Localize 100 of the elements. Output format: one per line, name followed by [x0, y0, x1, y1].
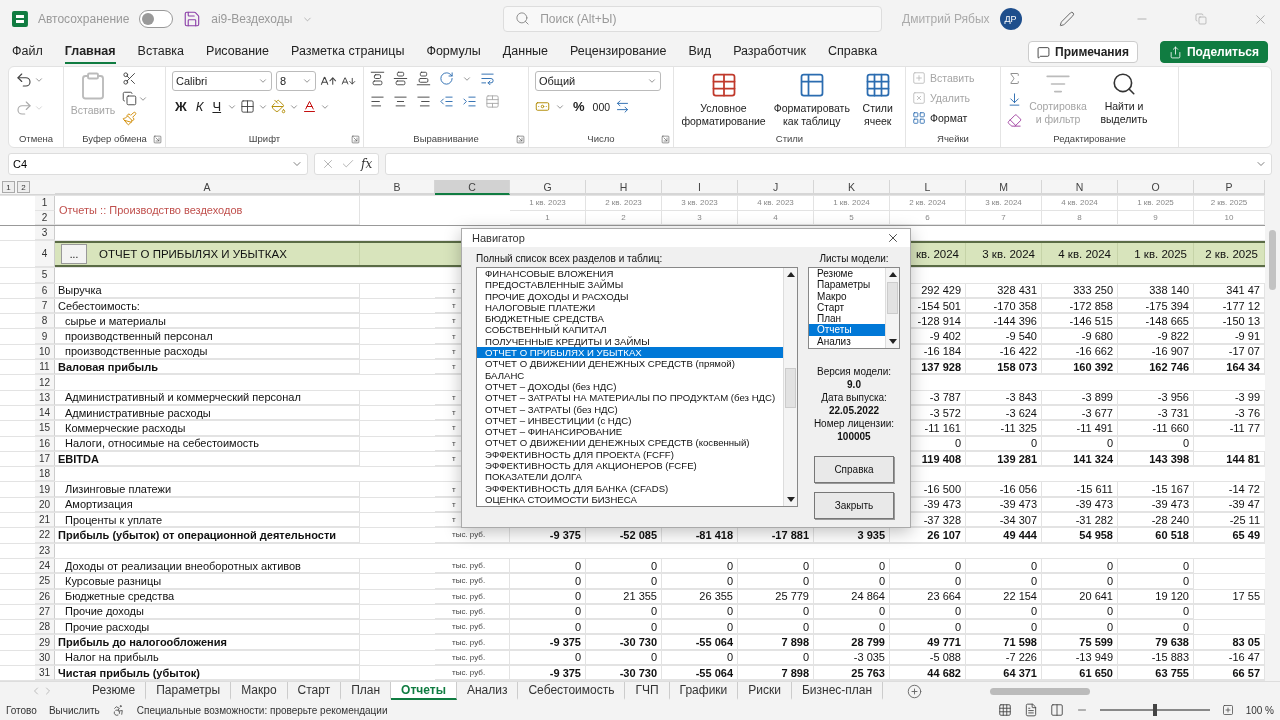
autosave-toggle[interactable]: [139, 10, 174, 28]
percent-button[interactable]: %: [570, 99, 588, 114]
add-icon[interactable]: [907, 683, 923, 699]
fill-color-icon[interactable]: [271, 99, 287, 114]
merge-icon[interactable]: [485, 94, 500, 109]
ribbon-tab[interactable]: Главная: [64, 40, 116, 64]
column-header[interactable]: G: [510, 180, 586, 195]
caret-icon[interactable]: [647, 76, 657, 86]
paintbrush-icon[interactable]: [122, 111, 137, 126]
list-item[interactable]: ФИНАНСОВЫЕ ВЛОЖЕНИЯ: [477, 268, 783, 280]
eraser-icon[interactable]: [1007, 113, 1022, 128]
grid-icon[interactable]: [997, 703, 1012, 717]
ribbon-tab[interactable]: Данные: [502, 40, 548, 64]
list-item[interactable]: Анализ: [809, 335, 885, 348]
editing-button[interactable]: Найти и выделить: [1094, 71, 1154, 126]
save-icon[interactable]: [183, 10, 202, 28]
ribbon-tab[interactable]: Вставка: [137, 40, 185, 64]
column-header[interactable]: B: [360, 180, 435, 195]
formula-field[interactable]: [385, 153, 1272, 175]
styles-button[interactable]: Форматировать как таблицу: [773, 71, 851, 128]
align-left-icon[interactable]: [370, 94, 385, 109]
align-top-icon[interactable]: [370, 71, 385, 86]
scrollbar[interactable]: [885, 268, 899, 348]
function-label[interactable]: fx: [361, 157, 373, 171]
column-header[interactable]: P: [1194, 180, 1265, 195]
status-text[interactable]: Специальные возможности: проверьте рекомендации: [136, 704, 388, 716]
cancel-icon[interactable]: [321, 157, 335, 171]
list-item[interactable]: ПОКАЗАТЕЛИ ДОЛГА: [477, 471, 783, 483]
font-name-field[interactable]: Calibri: [172, 71, 272, 91]
column-header[interactable]: A: [55, 180, 360, 195]
ribbon-tab[interactable]: Формулы: [426, 40, 481, 64]
scrollbar[interactable]: [1265, 180, 1280, 681]
rotate-icon[interactable]: [439, 71, 454, 86]
column-header[interactable]: H: [586, 180, 662, 195]
sum-icon[interactable]: [1007, 71, 1022, 86]
align-middle-icon[interactable]: [393, 71, 408, 86]
scissors-icon[interactable]: [122, 71, 137, 86]
column-header[interactable]: N: [1042, 180, 1118, 195]
align-center-icon[interactable]: [393, 94, 408, 109]
page-icon[interactable]: [1023, 703, 1038, 717]
indent-increase-icon[interactable]: [462, 94, 477, 109]
list-item[interactable]: План: [809, 313, 885, 325]
caret-icon[interactable]: [34, 75, 44, 85]
column-header[interactable]: C: [435, 180, 510, 195]
search-field[interactable]: Поиск (Alt+Ы): [503, 6, 882, 32]
thousands-button[interactable]: 000: [592, 100, 611, 113]
list-item[interactable]: Макро: [809, 290, 885, 302]
cells-button[interactable]: Формат: [912, 111, 968, 125]
fill-down-icon[interactable]: [1007, 92, 1022, 107]
calculate-link[interactable]: Вычислить: [48, 704, 100, 716]
check-icon[interactable]: [341, 157, 355, 171]
accessibility-icon[interactable]: [111, 703, 125, 717]
page-break-icon[interactable]: [1049, 703, 1064, 717]
italic-button[interactable]: К: [192, 99, 207, 114]
dialog-button[interactable]: Закрыть: [814, 492, 894, 519]
indent-decrease-icon[interactable]: [439, 94, 454, 109]
dialog-button[interactable]: Справка: [814, 456, 894, 483]
column-header[interactable]: I: [662, 180, 738, 195]
launcher-icon[interactable]: [153, 135, 162, 144]
share-button[interactable]: Поделиться: [1159, 41, 1268, 63]
column-header[interactable]: J: [738, 180, 814, 195]
align-right-icon[interactable]: [416, 94, 431, 109]
name-box[interactable]: C4: [8, 153, 308, 175]
font-size-field[interactable]: 8: [276, 71, 316, 91]
underline-button[interactable]: Ч: [209, 99, 225, 114]
scrollbar[interactable]: [783, 268, 797, 506]
bold-button[interactable]: Ж: [172, 99, 190, 114]
column-header[interactable]: K: [814, 180, 890, 195]
scroll-up-icon[interactable]: [786, 272, 795, 277]
align-bottom-icon[interactable]: [416, 71, 431, 86]
copy-icon[interactable]: [122, 91, 137, 106]
list-item[interactable]: Отчеты: [809, 324, 885, 336]
scroll-up-icon[interactable]: [888, 272, 897, 277]
list-item[interactable]: Старт: [809, 301, 885, 314]
comments-button[interactable]: Примечания: [1028, 41, 1138, 63]
ribbon-tab[interactable]: Файл: [12, 40, 43, 64]
styles-button[interactable]: Стили ячеек: [856, 71, 899, 128]
plus-icon[interactable]: [1221, 704, 1234, 716]
styles-button[interactable]: Условное форматирование: [680, 71, 768, 128]
currency-icon[interactable]: [535, 99, 550, 114]
ribbon-tab[interactable]: Рисование: [206, 40, 269, 64]
sheet-tab[interactable]: Отчеты: [391, 682, 457, 700]
list-item[interactable]: ОТЧЕТ О ПРИБЫЛЯХ И УБЫТКАХ: [477, 347, 783, 359]
scroll-thumb[interactable]: [785, 368, 796, 408]
column-header[interactable]: L: [890, 180, 966, 195]
menu-button[interactable]: ...: [61, 244, 87, 265]
ribbon-tab[interactable]: Разработчик: [733, 40, 807, 64]
ribbon-tab[interactable]: Справка: [828, 40, 878, 64]
list-item[interactable]: Резюме: [809, 268, 885, 280]
scroll-thumb[interactable]: [887, 282, 898, 314]
column-header[interactable]: O: [1118, 180, 1194, 195]
borders-icon[interactable]: [240, 99, 256, 114]
scroll-down-icon[interactable]: [786, 497, 795, 502]
caret-icon[interactable]: [258, 76, 268, 86]
launcher-icon[interactable]: [661, 135, 670, 144]
close-icon[interactable]: [886, 231, 900, 245]
caret-icon[interactable]: [302, 76, 312, 86]
font-color-icon[interactable]: [302, 99, 318, 114]
scroll-down-icon[interactable]: [888, 339, 897, 344]
launcher-icon[interactable]: [351, 135, 360, 144]
